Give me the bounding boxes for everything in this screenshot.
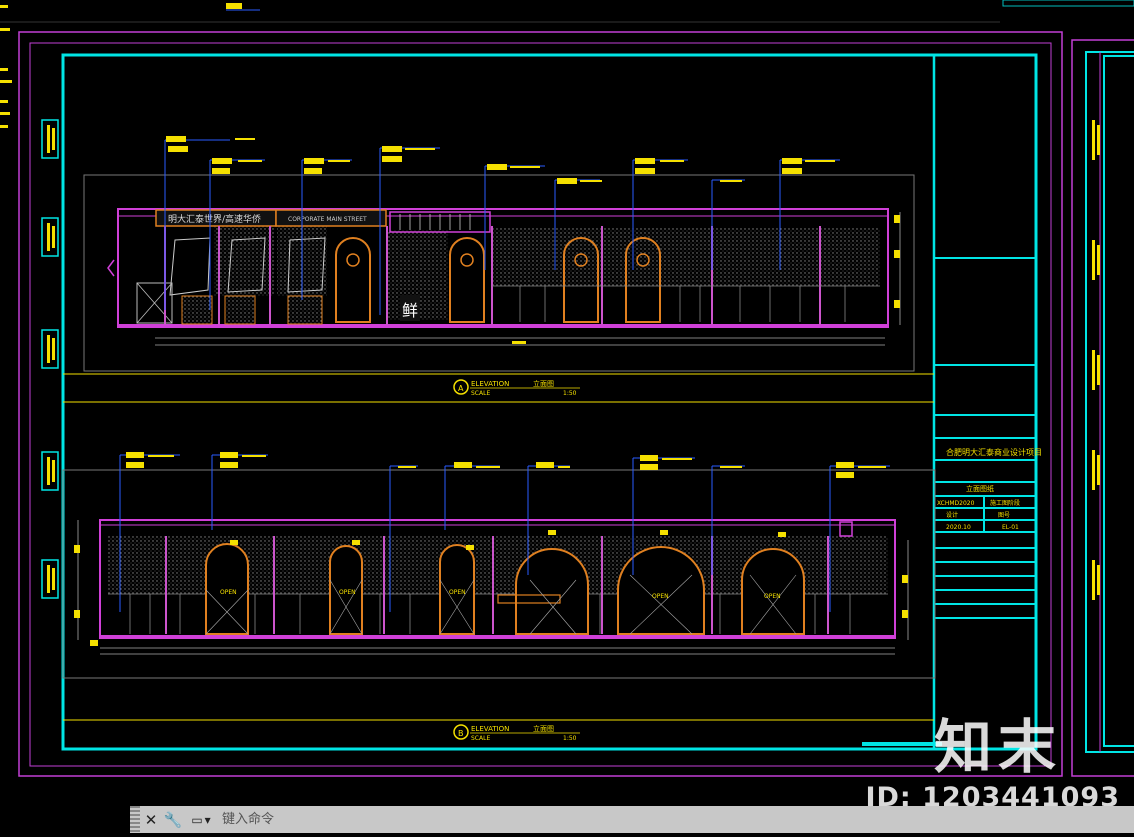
elev1-title: ELEVATION (471, 380, 509, 388)
tb-role2: 图号 (998, 512, 1010, 519)
title-block (934, 257, 1036, 619)
elev2-open-label-1: OPEN (220, 589, 237, 596)
elevation-1: 明大汇泰世界/高速华侨 CORPORATE MAIN STREET 鲜 (83, 174, 915, 372)
elev1-scale: 1:50 (563, 390, 577, 397)
elev1-band-text: CORPORATE MAIN STREET (288, 216, 367, 223)
elev2-open-label-2: OPEN (339, 589, 356, 596)
elev2-title-cn: 立面图 (533, 724, 554, 733)
tb-sheet-no: EL-01 (1002, 524, 1019, 531)
tb-project: 合肥明大汇泰商业设计项目 (946, 447, 1042, 457)
chevron-down-icon: ▾ (204, 812, 211, 827)
terminal-icon: ▭ (191, 812, 203, 827)
cad-drawing-canvas[interactable]: 合肥明大汇泰商业设计项目 立面图纸 XCHMD2020 施工图阶段 设计 图号 … (0, 0, 1134, 800)
command-bar: ✕ 🔧 ▭ ▾ (130, 806, 1134, 833)
wrench-icon[interactable]: 🔧 (162, 806, 184, 833)
elev1-signboard: 明大汇泰世界/高速华侨 (168, 213, 261, 225)
elev2-open-label-5: OPEN (764, 593, 781, 600)
elev2-tag: B (458, 729, 464, 738)
left-edge-notes (0, 5, 12, 128)
elev2-subtitle: SCALE (471, 735, 490, 742)
elev1-tag: A (458, 384, 464, 393)
elev2-open-label-3: OPEN (449, 589, 466, 596)
command-input[interactable] (218, 807, 1134, 832)
elev1-title-block: A ELEVATION 立面图 SCALE 1:50 (63, 373, 934, 403)
elev1-fresh-char: 鲜 (402, 301, 418, 320)
command-prompt-dropdown[interactable]: ▭ ▾ (184, 806, 218, 833)
elev1-subtitle: SCALE (471, 390, 490, 397)
sheet-frame-outer (18, 31, 1063, 777)
watermark-logo: 知末 (933, 713, 1062, 781)
tb-stage: 施工图阶段 (990, 499, 1020, 507)
elev2-scale: 1:50 (563, 735, 577, 742)
command-bar-grip[interactable] (130, 806, 140, 833)
tb-design-no: XCHMD2020 (937, 500, 975, 507)
tb-date: 2020.10 (946, 524, 971, 531)
tb-drawing-name: 立面图纸 (966, 484, 994, 493)
tb-role1: 设计 (946, 511, 958, 519)
elev2-open-label-4: OPEN (652, 593, 669, 600)
elev2-title-block: B ELEVATION 立面图 SCALE 1:50 (63, 719, 934, 742)
elev1-title-cn: 立面图 (533, 379, 554, 388)
elevation-2: OPEN OPEN OPEN OPEN OPEN (62, 469, 936, 679)
elev2-title: ELEVATION (471, 725, 509, 733)
close-icon[interactable]: ✕ (140, 806, 162, 833)
